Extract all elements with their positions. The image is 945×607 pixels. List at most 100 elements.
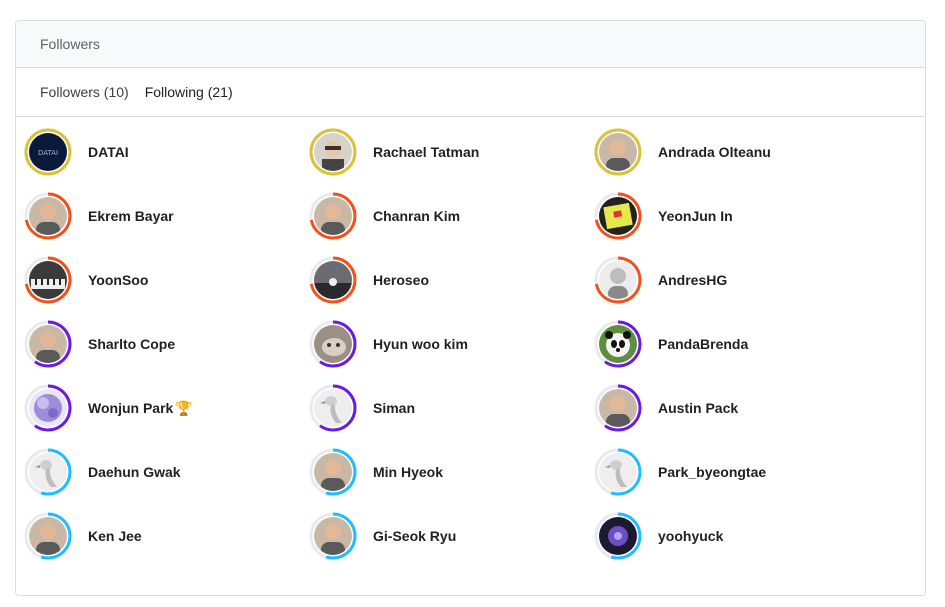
user-name[interactable]: Andrada Olteanu	[658, 144, 771, 160]
user-item[interactable]: Sharlto Cope	[24, 320, 309, 368]
tier-ring-avatar[interactable]	[594, 448, 642, 496]
avatar-image	[314, 197, 352, 235]
user-name[interactable]: Daehun Gwak	[88, 464, 181, 480]
user-item[interactable]: YoonSoo	[24, 256, 309, 304]
avatar[interactable]	[314, 389, 352, 427]
tier-ring-avatar[interactable]	[594, 192, 642, 240]
avatar[interactable]: DATAI	[29, 133, 67, 171]
avatar-image	[29, 325, 67, 363]
card-title: Followers	[40, 36, 100, 52]
user-item[interactable]: DATAI DATAI	[24, 128, 309, 176]
tier-ring-avatar[interactable]	[309, 320, 357, 368]
user-item[interactable]: Austin Pack	[594, 384, 879, 432]
tier-ring-avatar[interactable]	[24, 384, 72, 432]
tier-ring-avatar[interactable]	[309, 256, 357, 304]
user-name[interactable]: Min Hyeok	[373, 464, 443, 480]
tier-ring-avatar[interactable]	[594, 256, 642, 304]
user-item[interactable]: Gi-Seok Ryu	[309, 512, 594, 560]
tier-ring-avatar[interactable]	[309, 192, 357, 240]
avatar[interactable]	[314, 261, 352, 299]
tier-ring-avatar[interactable]	[594, 320, 642, 368]
tier-ring-avatar[interactable]	[594, 512, 642, 560]
avatar[interactable]	[314, 133, 352, 171]
tab-bar: Followers (10) Following (21)	[16, 68, 925, 117]
user-name[interactable]: YoonSoo	[88, 272, 148, 288]
avatar[interactable]	[314, 197, 352, 235]
user-name[interactable]: DATAI	[88, 144, 129, 160]
user-name[interactable]: Heroseo	[373, 272, 429, 288]
tier-ring-avatar[interactable]	[309, 128, 357, 176]
tab-followers[interactable]: Followers (10)	[40, 84, 129, 100]
user-item[interactable]: Hyun woo kim	[309, 320, 594, 368]
avatar-image	[599, 325, 637, 363]
avatar[interactable]	[599, 453, 637, 491]
avatar[interactable]	[599, 517, 637, 555]
avatar[interactable]	[29, 197, 67, 235]
user-grid: DATAI DATAI Rachael Tatman Andrada Olteanu E…	[24, 120, 904, 568]
user-item[interactable]: Ekrem Bayar	[24, 192, 309, 240]
avatar[interactable]	[599, 389, 637, 427]
avatar[interactable]	[314, 325, 352, 363]
user-item[interactable]: Daehun Gwak	[24, 448, 309, 496]
user-item[interactable]: Park_byeongtae	[594, 448, 879, 496]
user-item[interactable]: yoohyuck	[594, 512, 879, 560]
avatar[interactable]	[29, 261, 67, 299]
avatar[interactable]	[599, 325, 637, 363]
user-name[interactable]: Gi-Seok Ryu	[373, 528, 456, 544]
tier-ring-avatar[interactable]	[309, 512, 357, 560]
tier-ring-avatar[interactable]	[594, 384, 642, 432]
avatar[interactable]	[29, 325, 67, 363]
tab-following[interactable]: Following (21)	[145, 84, 233, 100]
user-item[interactable]: Chanran Kim	[309, 192, 594, 240]
user-name[interactable]: PandaBrenda	[658, 336, 748, 352]
avatar-image	[314, 389, 352, 427]
avatar[interactable]	[29, 389, 67, 427]
avatar[interactable]	[599, 133, 637, 171]
user-name[interactable]: Rachael Tatman	[373, 144, 479, 160]
user-item[interactable]: Siman	[309, 384, 594, 432]
avatar-image	[29, 197, 67, 235]
user-row: Daehun Gwak Min Hyeok Park_byeongtae	[24, 440, 904, 504]
tier-ring-avatar[interactable]	[309, 384, 357, 432]
tier-ring-avatar[interactable]	[594, 128, 642, 176]
user-row: Sharlto Cope Hyun woo kim PandaBrenda	[24, 312, 904, 376]
user-row: Ken Jee Gi-Seok Ryu yoohyuck	[24, 504, 904, 568]
tier-ring-avatar[interactable]: DATAI	[24, 128, 72, 176]
user-name[interactable]: yoohyuck	[658, 528, 723, 544]
user-item[interactable]: Wonjun Park 🏆	[24, 384, 309, 432]
tier-ring-avatar[interactable]	[24, 512, 72, 560]
user-item[interactable]: Min Hyeok	[309, 448, 594, 496]
user-name[interactable]: Austin Pack	[658, 400, 738, 416]
user-item[interactable]: Rachael Tatman	[309, 128, 594, 176]
user-name[interactable]: Hyun woo kim	[373, 336, 468, 352]
avatar[interactable]	[29, 517, 67, 555]
user-name[interactable]: YeonJun In	[658, 208, 733, 224]
tier-ring-avatar[interactable]	[309, 448, 357, 496]
user-item[interactable]: AndresHG	[594, 256, 879, 304]
user-item[interactable]: PandaBrenda	[594, 320, 879, 368]
user-name[interactable]: Chanran Kim	[373, 208, 460, 224]
user-name[interactable]: Wonjun Park	[88, 400, 173, 416]
user-item[interactable]: YeonJun In	[594, 192, 879, 240]
user-name[interactable]: Siman	[373, 400, 415, 416]
user-name[interactable]: Sharlto Cope	[88, 336, 175, 352]
user-item[interactable]: Andrada Olteanu	[594, 128, 879, 176]
user-name[interactable]: AndresHG	[658, 272, 727, 288]
avatar[interactable]	[29, 453, 67, 491]
tier-ring-avatar[interactable]	[24, 320, 72, 368]
user-name[interactable]: Park_byeongtae	[658, 464, 766, 480]
avatar[interactable]	[599, 261, 637, 299]
user-item[interactable]: Ken Jee	[24, 512, 309, 560]
user-row: Wonjun Park 🏆 Siman Austin Pack	[24, 376, 904, 440]
avatar-image	[314, 133, 352, 171]
avatar[interactable]	[314, 453, 352, 491]
user-name[interactable]: Ekrem Bayar	[88, 208, 174, 224]
tier-ring-avatar[interactable]	[24, 256, 72, 304]
avatar[interactable]	[599, 197, 637, 235]
avatar-image	[29, 261, 67, 299]
tier-ring-avatar[interactable]	[24, 192, 72, 240]
avatar[interactable]	[314, 517, 352, 555]
user-name[interactable]: Ken Jee	[88, 528, 142, 544]
tier-ring-avatar[interactable]	[24, 448, 72, 496]
user-item[interactable]: Heroseo	[309, 256, 594, 304]
